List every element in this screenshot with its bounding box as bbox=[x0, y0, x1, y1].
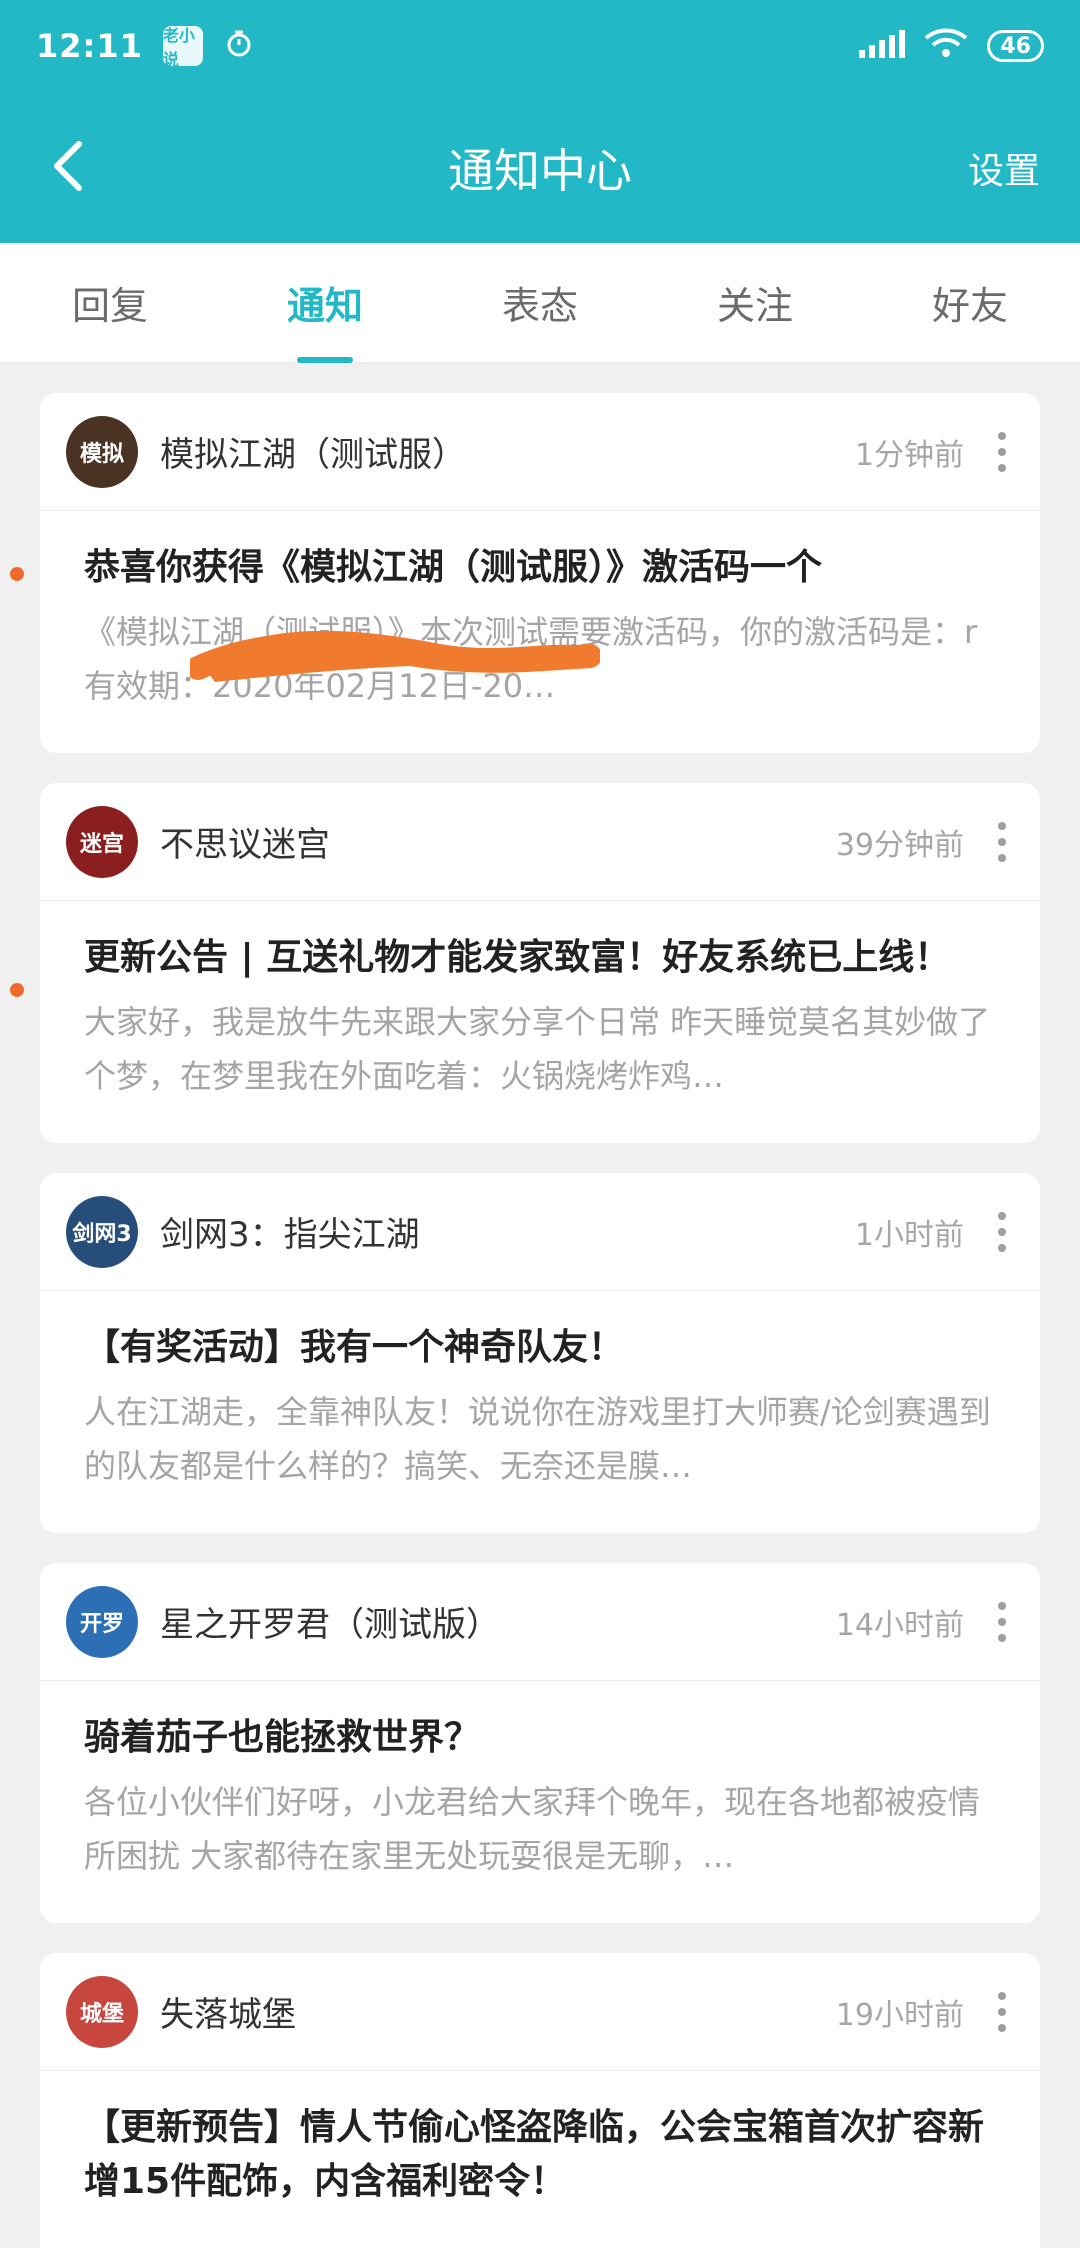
more-menu-icon[interactable] bbox=[990, 1202, 1014, 1262]
timestamp: 19小时前 bbox=[835, 1997, 964, 2033]
game-avatar: 开罗 bbox=[66, 1585, 138, 1658]
settings-button[interactable]: 设置 bbox=[968, 142, 1040, 194]
notice-title: 骑着茄子也能拯救世界？ bbox=[84, 1717, 481, 1758]
notice-title: 恭喜你获得《模拟江湖（测试服）》激活码一个 bbox=[84, 547, 823, 588]
card-header: 开罗 星之开罗君（测试版） 14小时前 bbox=[40, 1563, 1040, 1681]
status-bar: 12:11 老小说 46 bbox=[0, 0, 1080, 92]
app-notification-icon: 老小说 bbox=[162, 26, 203, 69]
alarm-icon bbox=[223, 28, 255, 64]
notification-card[interactable]: 模拟 模拟江湖（测试服） 1分钟前 恭喜你获得《模拟江湖（测试服）》激活码一个 … bbox=[10, 393, 1040, 753]
app-header: 12:11 老小说 46 通知中心 设置 bbox=[0, 0, 1080, 243]
toolbar: 通知中心 设置 bbox=[0, 92, 1080, 243]
avatar-text: 城堡 bbox=[79, 2001, 124, 2027]
game-avatar: 剑网3 bbox=[66, 1195, 138, 1268]
notice-text: 人在江湖走，全靠神队友！说说你在游戏里打大师赛/论剑赛遇到的队友都是什么样的？搞… bbox=[84, 1393, 991, 1485]
tab-reply[interactable]: 回复 bbox=[50, 243, 170, 363]
card-body: 【更新预告】情人节偷心怪盗降临，公会宝箱首次扩容新增15件配饰，内含福利密令！ bbox=[40, 2071, 1040, 2248]
unread-dot bbox=[10, 983, 24, 997]
card-header: 剑网3 剑网3：指尖江湖 1小时前 bbox=[40, 1173, 1040, 1291]
more-menu-icon[interactable] bbox=[990, 422, 1014, 482]
avatar-text: 模拟 bbox=[79, 441, 124, 467]
game-name: 剑网3：指尖江湖 bbox=[160, 1215, 420, 1255]
card-body: 恭喜你获得《模拟江湖（测试服）》激活码一个 《模拟江湖（测试服）》本次测试需要激… bbox=[40, 511, 1040, 753]
chevron-left-icon bbox=[51, 140, 85, 196]
unread-dot bbox=[10, 567, 24, 581]
timestamp: 39分钟前 bbox=[835, 827, 964, 863]
more-menu-icon[interactable] bbox=[990, 1592, 1014, 1652]
wifi-icon bbox=[923, 28, 969, 64]
avatar-text: 剑网3 bbox=[72, 1221, 132, 1247]
timestamp: 14小时前 bbox=[835, 1607, 964, 1643]
timestamp: 1分钟前 bbox=[854, 437, 964, 473]
game-name: 不思议迷宫 bbox=[160, 825, 330, 865]
card-body: 更新公告 | 互送礼物才能发家致富！好友系统已上线！ 大家好，我是放牛先来跟大家… bbox=[40, 901, 1040, 1143]
signal-icon bbox=[859, 30, 906, 62]
notice-text: 《模拟江湖（测试服）》本次测试需要激活码，你的激活码是：r 有效期：2020年0… bbox=[84, 613, 978, 705]
tab-bar: 回复 通知 表态 关注 好友 bbox=[0, 243, 1080, 363]
notification-card[interactable]: 剑网3 剑网3：指尖江湖 1小时前 【有奖活动】我有一个神奇队友！ 人在江湖走，… bbox=[40, 1173, 1040, 1533]
avatar-text: 迷宫 bbox=[79, 831, 124, 857]
status-right: 46 bbox=[859, 28, 1044, 64]
status-left: 12:11 老小说 bbox=[36, 26, 255, 69]
card-body: 【有奖活动】我有一个神奇队友！ 人在江湖走，全靠神队友！说说你在游戏里打大师赛/… bbox=[40, 1291, 1040, 1533]
timestamp: 1小时前 bbox=[854, 1217, 964, 1253]
avatar-text: 开罗 bbox=[79, 1611, 124, 1637]
notice-text: 各位小伙伴们好呀，小龙君给大家拜个晚年，现在各地都被疫情所困扰 大家都待在家里无… bbox=[84, 1783, 981, 1875]
game-avatar: 迷宫 bbox=[66, 805, 138, 878]
more-menu-icon[interactable] bbox=[990, 1982, 1014, 2042]
tab-notice[interactable]: 通知 bbox=[265, 243, 385, 363]
status-time: 12:11 bbox=[36, 27, 143, 65]
game-avatar: 城堡 bbox=[66, 1975, 138, 2048]
game-name: 模拟江湖（测试服） bbox=[160, 435, 466, 475]
notification-card[interactable]: 城堡 失落城堡 19小时前 【更新预告】情人节偷心怪盗降临，公会宝箱首次扩容新增… bbox=[40, 1953, 1040, 2248]
tab-friends[interactable]: 好友 bbox=[910, 243, 1030, 363]
card-header: 模拟 模拟江湖（测试服） 1分钟前 bbox=[40, 393, 1040, 511]
back-button[interactable] bbox=[36, 136, 100, 200]
game-name: 星之开罗君（测试版） bbox=[160, 1605, 500, 1645]
notice-title: 【更新预告】情人节偷心怪盗降临，公会宝箱首次扩容新增15件配饰，内含福利密令！ bbox=[84, 2107, 985, 2202]
notification-feed: 模拟 模拟江湖（测试服） 1分钟前 恭喜你获得《模拟江湖（测试服）》激活码一个 … bbox=[0, 363, 1080, 2248]
notification-card[interactable]: 开罗 星之开罗君（测试版） 14小时前 骑着茄子也能拯救世界？ 各位小伙伴们好呀… bbox=[40, 1563, 1040, 1923]
tab-follow[interactable]: 关注 bbox=[695, 243, 815, 363]
notification-card[interactable]: 迷宫 不思议迷宫 39分钟前 更新公告 | 互送礼物才能发家致富！好友系统已上线… bbox=[10, 783, 1040, 1143]
tab-reaction[interactable]: 表态 bbox=[480, 243, 600, 363]
notice-title: 【有奖活动】我有一个神奇队友！ bbox=[84, 1327, 625, 1368]
notice-title: 更新公告 | 互送礼物才能发家致富！好友系统已上线！ bbox=[84, 937, 951, 978]
notice-text: 大家好，我是放牛先来跟大家分享个日常 昨天睡觉莫名其妙做了个梦，在梦里我在外面吃… bbox=[84, 1003, 991, 1095]
card-header: 迷宫 不思议迷宫 39分钟前 bbox=[40, 783, 1040, 901]
page-title: 通知中心 bbox=[448, 143, 632, 198]
more-menu-icon[interactable] bbox=[990, 812, 1014, 872]
game-name: 失落城堡 bbox=[160, 1995, 296, 2035]
game-avatar: 模拟 bbox=[66, 415, 138, 488]
battery-icon: 46 bbox=[987, 30, 1044, 62]
card-header: 城堡 失落城堡 19小时前 bbox=[40, 1953, 1040, 2071]
battery-level: 46 bbox=[1000, 33, 1031, 59]
card-body: 骑着茄子也能拯救世界？ 各位小伙伴们好呀，小龙君给大家拜个晚年，现在各地都被疫情… bbox=[40, 1681, 1040, 1923]
